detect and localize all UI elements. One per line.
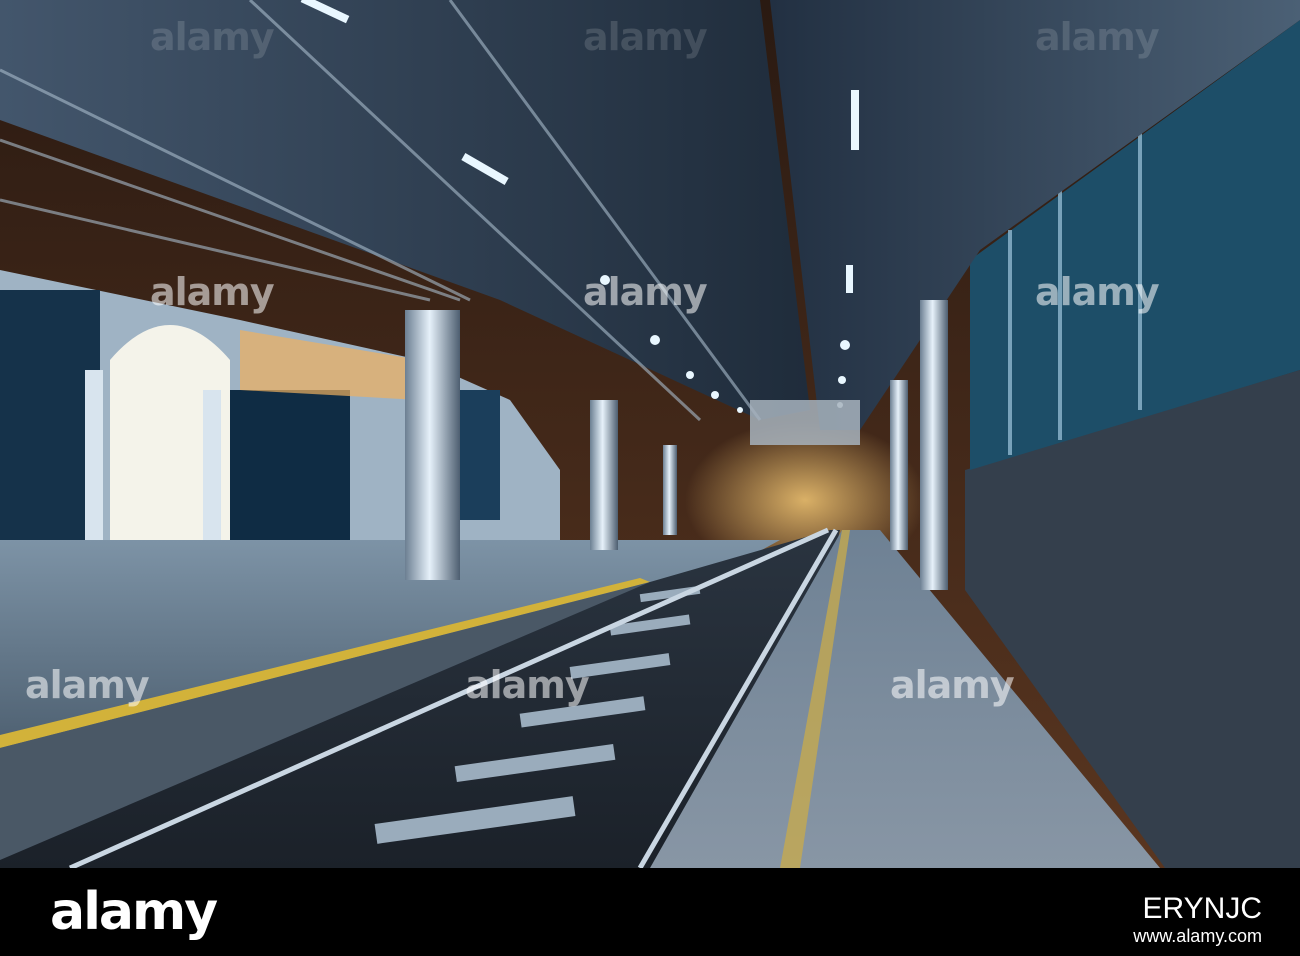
site-url: www.alamy.com [1133,926,1262,946]
image-id: ERYNJC [1142,892,1262,925]
watermark: alamy [25,663,150,707]
watermark: alamy [1035,15,1160,59]
alamy-logo: alamy [50,882,218,942]
photo: alamy alamy alamy alamy alamy alamy alam… [0,0,1300,868]
station-scene [0,0,1300,868]
far-overpass [750,400,860,445]
watermark: alamy [465,663,590,707]
watermark: alamy [1035,270,1160,314]
watermark: alamy [583,270,708,314]
watermark: alamy [150,270,275,314]
watermark: alamy [150,15,275,59]
watermark: alamy [890,663,1015,707]
watermark: alamy [583,15,708,59]
footer-bar: alamy ERYNJC www.alamy.com [0,868,1300,956]
